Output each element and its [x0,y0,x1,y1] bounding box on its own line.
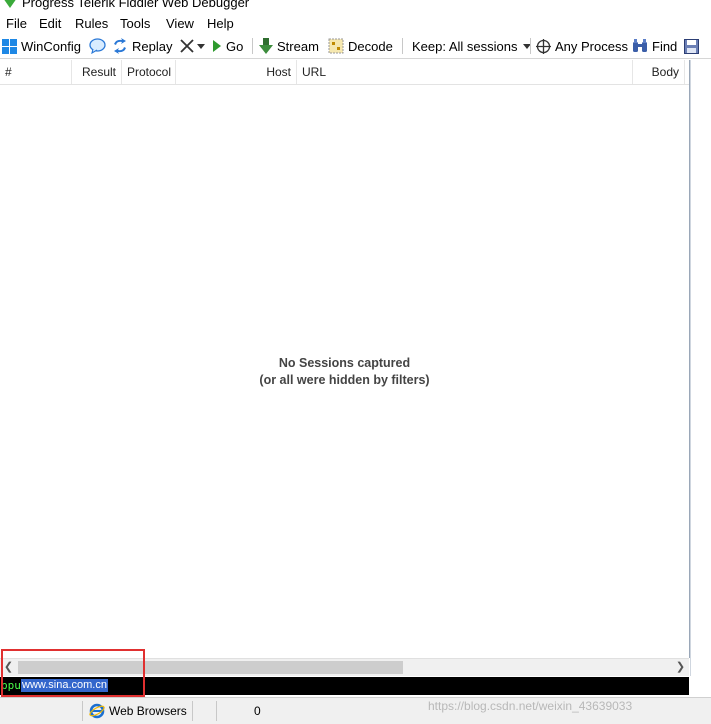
find-label: Find [652,38,678,54]
inspector-pane-edge[interactable] [690,60,711,676]
keep-sessions-label: Keep: All sessions [412,38,518,54]
menu-view[interactable]: View [166,16,194,31]
empty-state-line-2: (or all were hidden by filters) [259,373,430,387]
replay-label: Replay [132,38,173,54]
status-divider [192,701,216,721]
winconfig-label: WinConfig [21,38,81,54]
toolbar-separator [530,38,531,54]
column-header-result[interactable]: Result [72,60,122,84]
menu-help[interactable]: Help [207,16,234,31]
speech-bubble-icon [89,38,106,54]
decode-grid-icon [328,38,344,54]
menu-tools[interactable]: Tools [120,16,150,31]
stream-label: Stream [277,38,319,54]
session-list-header: # Result Protocol Host URL Body [0,60,689,85]
any-process-label: Any Process [555,38,628,54]
windows-icon [2,38,17,54]
stream-down-arrow-icon [259,38,273,54]
comment-button[interactable] [89,37,106,55]
decode-button[interactable]: Decode [328,37,393,55]
internet-explorer-icon [89,703,105,719]
quickexec-prompt: ppu [1,679,21,692]
menu-bar: File Edit Rules Tools View Help [0,12,711,34]
watermark-text: https://blog.csdn.net/weixin_43639033 [428,699,633,713]
horizontal-scrollbar[interactable]: ❮ ❯ [0,658,689,676]
capture-filter-selector[interactable]: Web Browsers [82,701,192,721]
title-bar: Progress Telerik Fiddler Web Debugger [0,0,711,12]
column-header-protocol[interactable]: Protocol [122,60,176,84]
replay-arrows-icon [114,38,126,54]
save-button[interactable] [684,37,699,55]
column-header-body[interactable]: Body [633,60,685,84]
toolbar-separator [252,38,253,54]
session-list[interactable]: # Result Protocol Host URL Body No Sessi… [0,60,690,658]
x-icon [180,39,194,53]
dropdown-arrow-icon [197,44,205,49]
toolbar: WinConfig Replay Go Stream Decode Keep: … [0,34,711,59]
menu-rules[interactable]: Rules [75,16,108,31]
find-button[interactable]: Find [632,37,677,55]
stream-button[interactable]: Stream [259,37,319,55]
session-count: 0 [216,701,306,721]
menu-edit[interactable]: Edit [39,16,61,31]
toolbar-separator [402,38,403,54]
keep-sessions-dropdown[interactable]: Keep: All sessions [412,37,531,55]
empty-state-message: No Sessions captured (or all were hidden… [0,355,689,389]
column-header-number[interactable]: # [0,60,72,84]
decode-label: Decode [348,38,393,54]
quickexec-input[interactable]: www.sina.com.cn [21,679,108,692]
window-title: Progress Telerik Fiddler Web Debugger [22,0,250,10]
binoculars-icon [633,39,647,52]
empty-state-line-1: No Sessions captured [278,356,411,370]
crosshair-icon [536,38,551,54]
remove-sessions-button[interactable] [180,37,205,55]
scroll-right-arrow-icon[interactable]: ❯ [672,659,689,676]
column-header-host[interactable]: Host [176,60,297,84]
column-header-url[interactable]: URL [297,60,633,84]
play-icon [213,40,221,52]
menu-file[interactable]: File [6,16,27,31]
fiddler-logo-icon [4,0,16,8]
quickexec-bar[interactable]: ppu www.sina.com.cn [0,677,689,695]
save-disk-icon [684,38,699,54]
go-button[interactable]: Go [212,37,243,55]
winconfig-button[interactable]: WinConfig [2,37,81,55]
replay-button[interactable]: Replay [112,37,172,55]
scroll-left-arrow-icon[interactable]: ❮ [0,659,17,676]
capture-filter-label: Web Browsers [109,704,187,718]
go-label: Go [226,38,244,54]
any-process-button[interactable]: Any Process [536,37,628,55]
scrollbar-thumb[interactable] [18,661,403,674]
